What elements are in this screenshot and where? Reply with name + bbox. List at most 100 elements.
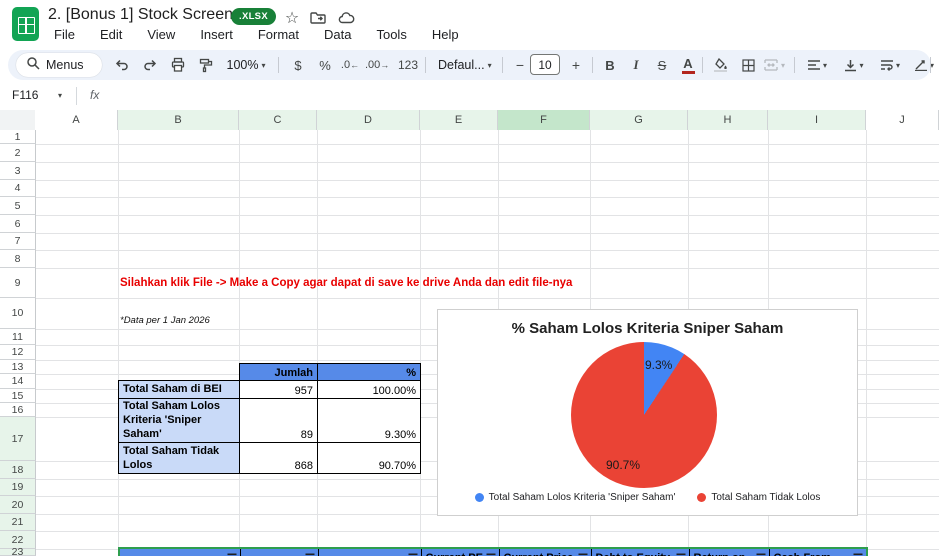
summary-jumlah-value: 89 — [239, 397, 318, 444]
summary-jumlah-value: 957 — [239, 380, 318, 399]
column-header-H[interactable]: H — [688, 110, 768, 130]
row-header-2[interactable]: 2 — [0, 144, 36, 162]
row-header-3[interactable]: 3 — [0, 162, 36, 180]
borders-button[interactable] — [736, 53, 760, 77]
menu-format[interactable]: Format — [253, 26, 304, 43]
row-header-1[interactable]: 1 — [0, 130, 36, 144]
row-header-5[interactable]: 5 — [0, 197, 36, 215]
row-header-13[interactable]: 13 — [0, 360, 36, 374]
column-header-E[interactable]: E — [420, 110, 498, 130]
stock-column-header[interactable]: Value — [317, 547, 422, 556]
bold-button[interactable]: B — [598, 53, 622, 77]
row-header-4[interactable]: 4 — [0, 180, 36, 197]
row-header-6[interactable]: 6 — [0, 215, 36, 233]
name-box[interactable]: F116 — [12, 88, 58, 102]
more-formats-button[interactable]: 123 — [396, 53, 420, 77]
text-wrap-button[interactable]: ▾ — [874, 53, 906, 77]
menu-file[interactable]: File — [49, 26, 80, 43]
gridline — [35, 162, 939, 163]
font-select[interactable]: Defaul... ▾ — [432, 53, 494, 77]
move-folder-icon[interactable] — [308, 8, 328, 28]
legend-dot-icon — [474, 493, 484, 502]
menu-insert[interactable]: Insert — [195, 26, 238, 43]
decrease-decimals-button[interactable]: .0 ← — [338, 53, 362, 77]
row-header-20[interactable]: 20 — [0, 496, 36, 514]
menu-tools[interactable]: Tools — [371, 26, 411, 43]
italic-button[interactable]: I — [624, 53, 648, 77]
strikethrough-button[interactable]: S — [650, 53, 674, 77]
stock-column-header[interactable]: Symbol — [118, 547, 241, 556]
chart-legend: Total Saham Lolos Kriteria 'Sniper Saham… — [438, 492, 857, 503]
increase-font-size-button[interactable]: + — [564, 53, 588, 77]
row-header-17[interactable]: 17 — [0, 417, 36, 461]
data-date-note: *Data per 1 Jan 2026 — [120, 315, 210, 326]
stock-column-header[interactable]: Current PE Ratio (TTM) — [420, 547, 500, 556]
xlsx-badge: .XLSX — [231, 8, 276, 25]
sheets-logo-icon[interactable] — [12, 7, 39, 41]
chevron-down-icon[interactable]: ▾ — [58, 91, 62, 100]
row-header-15[interactable]: 15 — [0, 389, 36, 403]
row-header-7[interactable]: 7 — [0, 233, 36, 250]
toolbar: Menus 100% ▾ $ % .0 ← .00 → 123 Defaul... ▾ … — [8, 50, 934, 80]
text-color-button[interactable]: A — [676, 53, 700, 77]
increase-decimals-button[interactable]: .00 → — [365, 53, 389, 77]
menus-pill[interactable]: Menus — [16, 53, 102, 77]
format-currency-button[interactable]: $ — [286, 53, 310, 77]
redo-button[interactable] — [138, 53, 162, 77]
stock-column-header[interactable]: Cash From Operations (TTM) — [768, 547, 868, 556]
sheet-grid[interactable]: 1 2 3 4 5 6 7 8 9 10 11 12 13 14 15 16 17 18 19 20 21 22 23 Si… — [0, 130, 939, 556]
zoom-select[interactable]: 100% ▾ — [220, 53, 272, 77]
gridline — [866, 130, 867, 556]
vertical-align-button[interactable]: ▾ — [838, 53, 870, 77]
row-header-8[interactable]: 8 — [0, 250, 36, 268]
paint-format-button[interactable] — [194, 53, 218, 77]
row-header-23[interactable]: 23 — [0, 546, 36, 556]
menu-help[interactable]: Help — [427, 26, 464, 43]
cloud-status-icon[interactable] — [336, 8, 356, 28]
print-button[interactable] — [166, 53, 190, 77]
merge-cells-button[interactable]: ▾ — [762, 53, 786, 77]
stock-column-header[interactable]: Debt to Equity Ratio (Quarter) — [590, 547, 690, 556]
stock-column-header[interactable]: Return on Equity (TTM) — [688, 547, 770, 556]
row-header-14[interactable]: 14 — [0, 374, 36, 389]
row-header-19[interactable]: 19 — [0, 479, 36, 496]
column-header-G[interactable]: G — [590, 110, 688, 130]
gridline — [35, 250, 939, 251]
legend-label: Total Saham Lolos Kriteria 'Sniper Saham… — [488, 492, 676, 503]
column-header-B[interactable]: B — [118, 110, 239, 130]
format-percent-button[interactable]: % — [313, 53, 337, 77]
column-header-A[interactable]: A — [35, 110, 118, 130]
row-header-16[interactable]: 16 — [0, 403, 36, 417]
row-header-9[interactable]: 9 — [0, 268, 36, 298]
column-header-J[interactable]: J — [866, 110, 939, 130]
column-header-D[interactable]: D — [317, 110, 420, 130]
row-header-21[interactable]: 21 — [0, 514, 36, 531]
menu-edit[interactable]: Edit — [95, 26, 127, 43]
select-all-corner[interactable] — [0, 110, 36, 130]
fill-color-button[interactable] — [708, 53, 732, 77]
menu-view[interactable]: View — [142, 26, 180, 43]
legend-item: Total Saham Lolos Kriteria 'Sniper Saham… — [474, 492, 676, 503]
document-title[interactable]: 2. [Bonus 1] Stock Screener — [48, 6, 247, 24]
column-header-I[interactable]: I — [768, 110, 866, 130]
undo-button[interactable] — [110, 53, 134, 77]
font-size-input[interactable]: 10 — [530, 54, 560, 75]
star-icon[interactable]: ☆ — [282, 8, 302, 28]
summary-pct-value: 9.30% — [317, 397, 421, 444]
pie-chart[interactable]: % Saham Lolos Kriteria Sniper Saham 9.3%… — [437, 309, 858, 516]
stock-column-header[interactable]: Current Price to Book Value — [498, 547, 592, 556]
row-header-10[interactable]: 10 — [0, 298, 36, 329]
menu-bar: File Edit View Insert Format Data Tools Help — [49, 26, 464, 43]
row-header-12[interactable]: 12 — [0, 345, 36, 360]
fx-icon[interactable]: fx — [90, 88, 99, 102]
decrease-font-size-button[interactable]: − — [508, 53, 532, 77]
horizontal-align-button[interactable]: ▾ — [801, 53, 833, 77]
row-header-11[interactable]: 11 — [0, 329, 36, 345]
column-header-F[interactable]: F — [498, 110, 590, 130]
text-rotation-button[interactable]: ▾ — [908, 53, 939, 77]
menu-data[interactable]: Data — [319, 26, 356, 43]
column-header-C[interactable]: C — [239, 110, 317, 130]
stock-column-header[interactable]: Market Cap — [239, 547, 319, 556]
row-header-18[interactable]: 18 — [0, 461, 36, 479]
pie-slice-label: 90.7% — [606, 458, 641, 472]
